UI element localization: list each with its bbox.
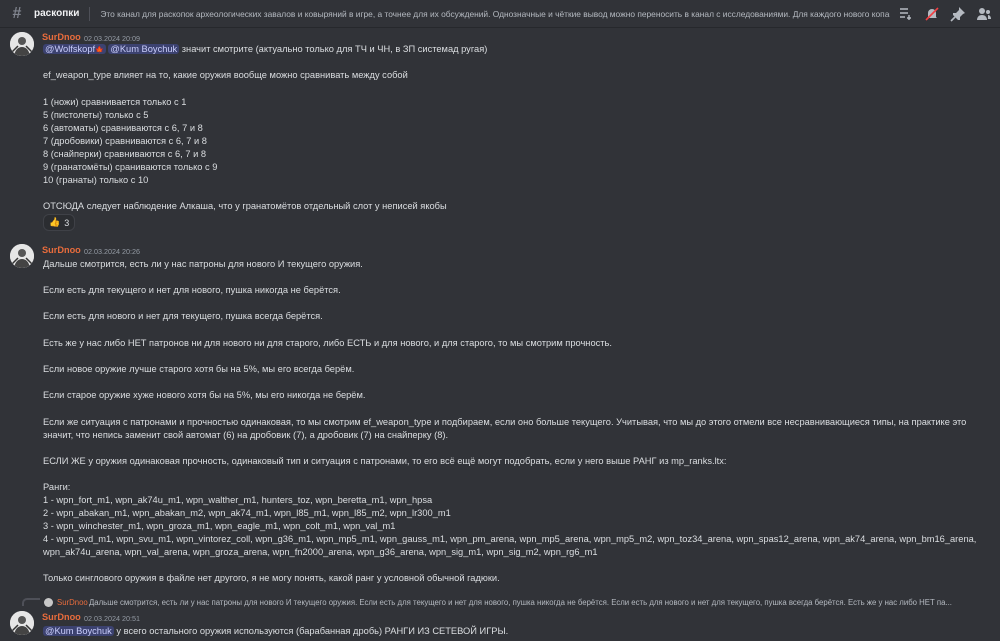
username[interactable]: SurDnoo <box>42 245 81 255</box>
message-line: 7 (дробовики) сравниваются с 6, 7 и 8 <box>43 136 207 146</box>
message-line: 3 - wpn_winchester_m1, wpn_groza_m1, wpn… <box>43 521 396 531</box>
maple-leaf-emoji: 🍁 <box>95 47 104 54</box>
message-first-line: @Wolfskopf🍁 @Kum Boychuk значит смотрите… <box>43 44 487 54</box>
channel-name: раскопки <box>34 8 80 19</box>
message-line: значит, что непись заменит свой автомат … <box>43 430 449 440</box>
message-line: Если есть для нового и нет для текущего,… <box>43 311 323 321</box>
mute-bell-icon[interactable] <box>922 4 942 24</box>
message-line: Есть же у нас либо НЕТ патронов ни для н… <box>43 338 612 348</box>
message-line: Только синглового оружия в файле нет дру… <box>43 573 500 583</box>
reaction-count: 3 <box>64 217 70 228</box>
timestamp: 02.03.2024 20:26 <box>84 247 140 256</box>
reply-connector <box>22 598 40 606</box>
message-line: Если есть для текущего и нет для нового,… <box>43 285 341 295</box>
message-line: Если новое оружие лучше старого хотя бы … <box>43 364 355 374</box>
message-line: ЕСЛИ ЖЕ у оружия одинаковая прочность, о… <box>43 456 727 466</box>
reply-preview[interactable]: Дальше смотрится, есть ли у нас патроны … <box>89 598 969 607</box>
message-line: Если же ситуация с патронами и прочность… <box>43 417 967 427</box>
user-mention[interactable]: @Kum Boychuk <box>43 626 114 636</box>
channel-topic[interactable]: Это канал для раскопок археологических з… <box>100 9 890 19</box>
threads-icon[interactable] <box>896 4 916 24</box>
message-text: значит смотрите (актуально только для ТЧ… <box>181 44 488 54</box>
reaction-thumbs-up[interactable]: 👍 3 <box>43 214 76 231</box>
avatar[interactable] <box>10 244 34 268</box>
message-text: у всего остального оружия используются (… <box>116 626 509 636</box>
message-line: Ранги: <box>43 482 71 492</box>
message-line: ОТСЮДА следует наблюдение Алкаша, что у … <box>43 201 447 211</box>
message-line: 6 (автоматы) сравниваются с 6, 7 и 8 <box>43 123 203 133</box>
message-line: 10 (гранаты) только с 10 <box>43 175 149 185</box>
header-toolbar <box>896 0 1000 28</box>
members-icon[interactable] <box>974 4 994 24</box>
username[interactable]: SurDnoo <box>42 612 81 622</box>
user-mention[interactable]: @Wolfskopf🍁 <box>43 44 106 54</box>
message-line: 1 - wpn_fort_m1, wpn_ak74u_m1, wpn_walth… <box>43 495 433 505</box>
reply-avatar <box>44 598 53 607</box>
message-line: 4 - wpn_svd_m1, wpn_svu_m1, wpn_vintorez… <box>43 534 977 544</box>
timestamp: 02.03.2024 20:09 <box>84 34 140 43</box>
channel-header: # раскопки Это канал для раскопок археол… <box>0 0 1000 28</box>
message-line: 5 (пистолеты) только с 5 <box>43 110 149 120</box>
message-line: 1 (ножи) сравнивается только с 1 <box>43 97 187 107</box>
message-line: Если старое оружие хуже нового хотя бы н… <box>43 390 366 400</box>
message-line: 2 - wpn_abakan_m1, wpn_abakan_m2, wpn_ak… <box>43 508 451 518</box>
username[interactable]: SurDnoo <box>42 32 81 42</box>
message-line: wpn_ak74u_arena, wpn_val_arena, wpn_groz… <box>43 547 598 557</box>
message-line: @Kum Boychuk у всего остального оружия и… <box>43 626 508 636</box>
timestamp: 02.03.2024 20:51 <box>84 614 140 623</box>
message-line: Дальше смотрится, есть ли у нас патроны … <box>43 259 363 269</box>
reply-username[interactable]: SurDnoo <box>57 598 88 607</box>
message-line: 9 (гранатомёты) сраниваются только с 9 <box>43 162 218 172</box>
text-channel-icon: # <box>12 4 22 22</box>
avatar[interactable] <box>10 32 34 56</box>
user-mention[interactable]: @Kum Boychuk <box>108 44 180 54</box>
thumbs-up-icon: 👍 <box>49 217 61 227</box>
avatar[interactable] <box>10 611 34 635</box>
header-divider <box>89 6 91 21</box>
message-line: ef_weapon_type влияет на то, какие оружи… <box>43 70 408 80</box>
pin-icon[interactable] <box>948 4 968 24</box>
message-line: 8 (снайперки) сравниваются с 6, 7 и 8 <box>43 149 207 159</box>
